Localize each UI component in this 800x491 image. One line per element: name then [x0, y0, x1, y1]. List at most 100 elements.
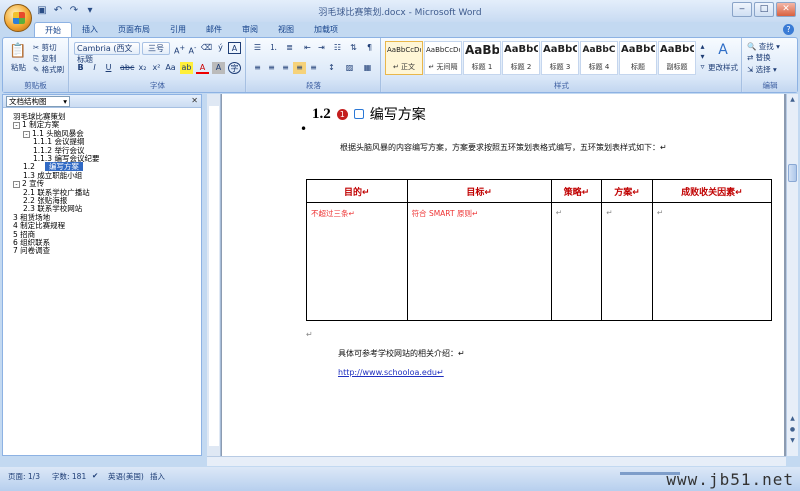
style-heading-1[interactable]: AaBb 标题 1 — [463, 41, 501, 75]
styles-scroll-icon[interactable]: ▴ ▾ ▿ — [698, 42, 707, 72]
strikethrough-icon[interactable]: abc — [120, 62, 134, 74]
find-button[interactable]: 🔍 查找 ▾ — [747, 41, 780, 52]
intro-paragraph[interactable]: 根据头脑风暴的内容编写方案，方案要求按照五环策划表格式编写，五环策划表样式如下：… — [340, 142, 667, 153]
cut-button[interactable]: ✂ 剪切 — [33, 42, 57, 53]
phonetic-icon[interactable]: ý — [214, 42, 227, 54]
multilevel-list-icon[interactable]: ≣ — [283, 42, 296, 54]
select-button[interactable]: ⇲ 选择 ▾ — [747, 64, 777, 75]
help-icon[interactable]: ? — [783, 24, 794, 35]
distributed-icon[interactable]: ≡ — [307, 62, 320, 74]
table-cell[interactable]: 不超过三条↵ — [306, 202, 408, 321]
replace-button[interactable]: ⇄ 替换 — [747, 52, 771, 63]
office-button[interactable] — [4, 4, 32, 32]
decrease-indent-icon[interactable]: ⇤ — [301, 42, 314, 54]
underline-icon[interactable]: U — [102, 62, 115, 74]
paste-label[interactable]: 粘贴 — [11, 62, 26, 73]
style-subtitle[interactable]: AaBbC 副标题 — [658, 41, 696, 75]
table-header[interactable]: 方案↵ — [601, 179, 653, 203]
five-ring-plan-table[interactable]: 目的↵ 目标↵ 策略↵ 方案↵ 成败收关因素↵ 不超过三条↵ 符合 SMART … — [306, 179, 773, 321]
table-header[interactable]: 目标↵ — [406, 179, 552, 203]
minimize-button[interactable]: ‒ — [732, 2, 752, 17]
clear-format-icon[interactable]: ⌫ — [200, 42, 213, 54]
school-website-link[interactable]: http://www.schooloa.edu↵ — [338, 368, 444, 377]
prev-page-icon[interactable]: ▲ — [788, 414, 797, 424]
spellcheck-icon[interactable]: ✔ — [92, 471, 98, 480]
close-icon[interactable]: ✕ — [191, 96, 198, 105]
style-heading-4[interactable]: AaBbC 标题 4 — [580, 41, 618, 75]
copy-button[interactable]: ⎘ 复制 — [33, 53, 56, 64]
page-count[interactable]: 页面: 1/3 — [8, 471, 40, 482]
font-color-icon[interactable]: A — [196, 62, 209, 74]
tab-addins[interactable]: 加载项 — [304, 22, 348, 37]
align-left-icon[interactable]: ≡ — [251, 62, 264, 74]
style-title[interactable]: AaBbC 标题 — [619, 41, 657, 75]
tab-page-layout[interactable]: 页面布局 — [108, 22, 160, 37]
language-status[interactable]: 英语(美国) — [108, 471, 144, 482]
next-page-icon[interactable]: ▼ — [788, 436, 797, 446]
italic-icon[interactable]: I — [88, 62, 101, 74]
justify-icon[interactable]: ≡ — [293, 62, 306, 74]
tab-mailings[interactable]: 邮件 — [196, 22, 232, 37]
heading-1-2[interactable]: 1.2 1 编写方案 — [312, 104, 426, 124]
bold-icon[interactable]: B — [74, 62, 87, 74]
maximize-button[interactable]: □ — [754, 2, 774, 17]
document-map-dropdown[interactable]: 文档结构图 ▾ — [6, 96, 70, 107]
increase-indent-icon[interactable]: ⇥ — [315, 42, 328, 54]
chinese-layout-icon[interactable]: ☷ — [331, 42, 344, 54]
tab-references[interactable]: 引用 — [160, 22, 196, 37]
borders-icon[interactable]: ▦ — [361, 62, 374, 74]
tab-view[interactable]: 视图 — [268, 22, 304, 37]
subscript-icon[interactable]: x₂ — [136, 62, 149, 74]
align-right-icon[interactable]: ≡ — [279, 62, 292, 74]
show-marks-icon[interactable]: ¶ — [363, 42, 376, 54]
paste-icon[interactable]: 📋 — [9, 42, 27, 60]
table-cell[interactable]: 符合 SMART 原则↵ — [406, 202, 552, 321]
bullets-icon[interactable]: ☰ — [251, 42, 264, 54]
horizontal-scrollbar[interactable] — [207, 456, 786, 466]
word-count[interactable]: 字数: 181 — [52, 471, 86, 482]
table-cell[interactable]: ↵ — [601, 202, 653, 321]
tab-insert[interactable]: 插入 — [72, 22, 108, 37]
change-styles-label[interactable]: 更改样式 — [708, 62, 738, 73]
font-size-select[interactable]: 三号 — [142, 42, 170, 55]
scroll-up-icon[interactable]: ▲ — [788, 95, 797, 105]
shading-icon[interactable]: ▨ — [343, 62, 356, 74]
change-styles-icon[interactable]: A — [712, 41, 734, 59]
align-center-icon[interactable]: ≡ — [265, 62, 278, 74]
char-shading-icon[interactable]: A — [212, 62, 225, 74]
table-header[interactable]: 目的↵ — [306, 179, 408, 203]
tab-home[interactable]: 开始 — [34, 22, 72, 37]
numbering-icon[interactable]: ⒈ — [267, 42, 280, 54]
nav-tree-item[interactable]: 7 问卷调查 — [13, 246, 50, 255]
char-border-icon[interactable]: A — [228, 42, 241, 54]
close-button[interactable]: ✕ — [776, 2, 796, 17]
table-cell[interactable]: ↵ — [651, 202, 773, 321]
sort-icon[interactable]: ⇅ — [347, 42, 360, 54]
insert-mode-status[interactable]: 插入 — [150, 471, 165, 482]
font-name-select[interactable]: Cambria (西文标题 — [74, 42, 140, 64]
collapse-toggle-icon[interactable]: - — [23, 130, 30, 138]
highlight-icon[interactable]: ab — [180, 62, 193, 74]
table-cell[interactable]: ↵ — [550, 202, 603, 321]
shrink-font-icon[interactable]: A- — [186, 42, 199, 56]
tab-review[interactable]: 审阅 — [232, 22, 268, 37]
table-header[interactable]: 成败收关因素↵ — [651, 179, 773, 203]
line-spacing-icon[interactable]: ↕ — [325, 62, 338, 74]
browse-object-icon[interactable]: ● — [788, 425, 797, 435]
enclose-char-icon[interactable]: 字 — [228, 62, 241, 74]
reference-paragraph[interactable]: 具体可参考学校网站的相关介绍：↵ — [338, 348, 465, 359]
vertical-scrollbar[interactable]: ▲ ▲ ● ▼ — [786, 94, 798, 456]
collapse-toggle-icon[interactable]: - — [13, 181, 20, 189]
scroll-thumb[interactable] — [788, 164, 797, 182]
format-painter-button[interactable]: ✎ 格式刷 — [33, 64, 64, 75]
change-case-icon[interactable]: Aa — [164, 62, 177, 74]
collapse-toggle-icon[interactable]: - — [13, 122, 20, 130]
table-header[interactable]: 策略↵ — [550, 179, 603, 203]
style-normal[interactable]: AaBbCcDd ↵ 正文 — [385, 41, 423, 75]
superscript-icon[interactable]: x² — [150, 62, 163, 74]
style-heading-2[interactable]: AaBbC 标题 2 — [502, 41, 540, 75]
style-heading-3[interactable]: AaBbC 标题 3 — [541, 41, 579, 75]
document-page[interactable]: • 1.2 1 编写方案 根据头脑风暴的内容编写方案，方案要求按照五环策划表格式… — [222, 94, 784, 456]
grow-font-icon[interactable]: A+ — [173, 42, 186, 56]
style-no-spacing[interactable]: AaBbCcDd ↵ 无间隔 — [424, 41, 462, 75]
